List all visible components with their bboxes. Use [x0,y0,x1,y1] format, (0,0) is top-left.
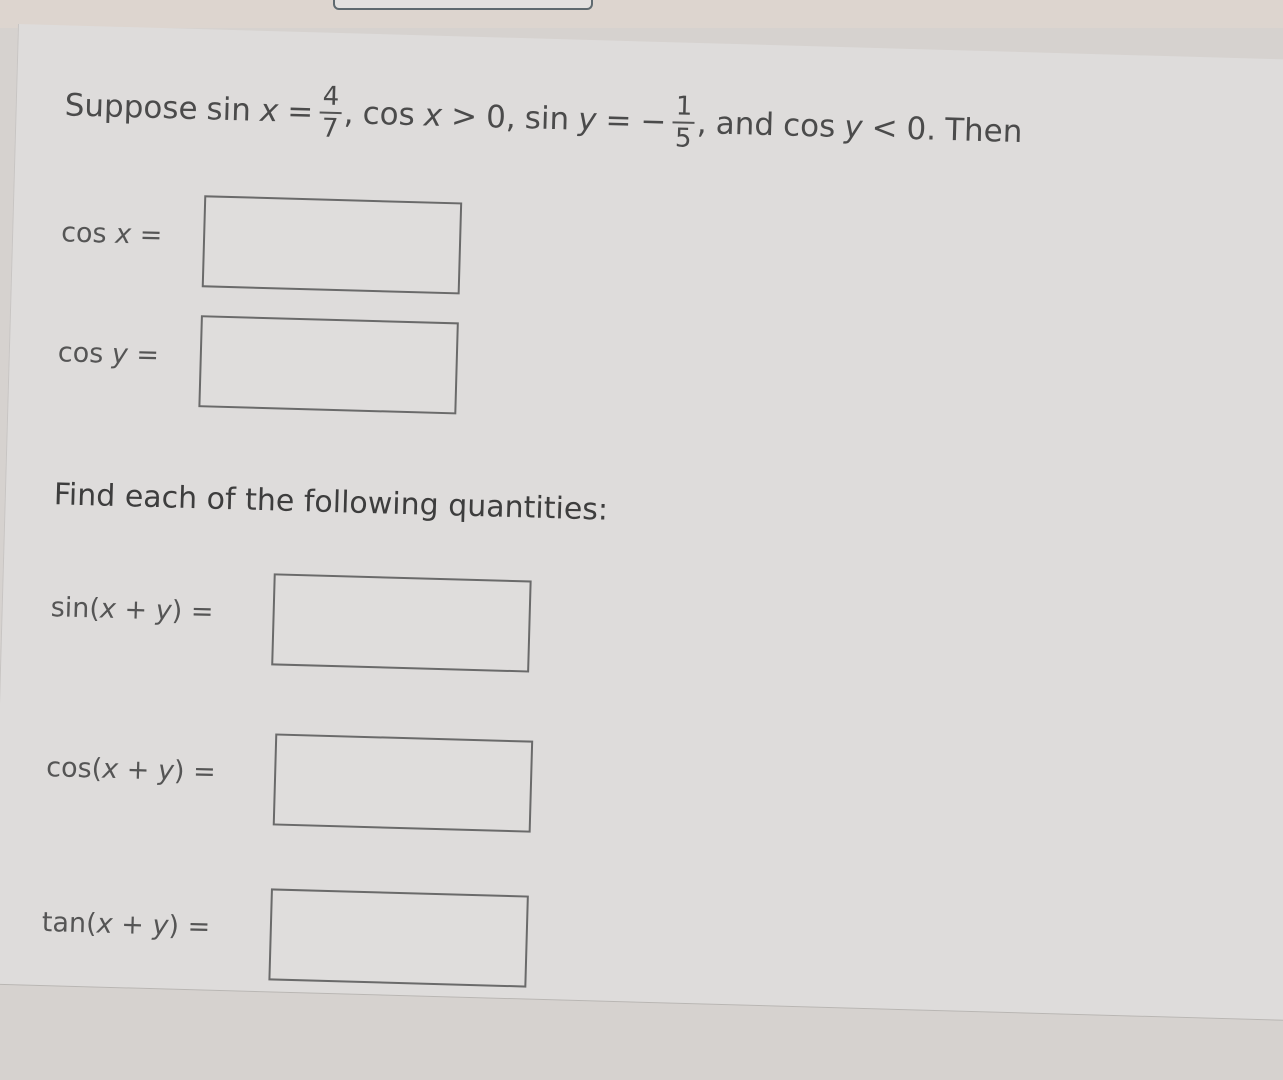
close-paren: ) [171,595,183,627]
equals-sign: = [187,911,211,943]
close-paren: ) [173,755,185,787]
variable: x [114,218,132,251]
cos-sum-input[interactable] [274,735,532,831]
intro-text: Suppose [64,87,199,128]
variable-y: y [152,910,169,942]
sin-y-sign: − [639,103,667,141]
cond-y-func: cos [782,107,836,145]
sin-y-func: sin [524,100,570,138]
cond-x-rel: > [450,98,478,135]
browser-tab-edge[interactable] [333,0,593,10]
sin-x-numerator: 4 [322,81,340,112]
browser-top-strip [0,0,1283,28]
cos-sum-label: cos(x + y) = [46,752,216,788]
sin-sum-label: sin(x + y) = [50,592,214,628]
sin-sum-answer-field[interactable] [271,573,532,673]
cond-y-rel: < [871,109,899,147]
cos-x-input[interactable] [203,197,461,293]
question-card: Suppose sin x = 4 7 , cos x > 0 , sin y … [0,24,1283,1022]
cos-x-answer-field[interactable] [201,195,463,295]
cos-x-label: cos x = [61,217,163,251]
sin-y-var: y [577,101,597,139]
comma: , [343,95,355,132]
variable-y: y [155,595,173,627]
plus-sign: + [120,909,145,941]
cond-y-prefix: and [715,105,775,144]
sin-y-eq: = [604,102,632,140]
func-name: cos [45,752,93,785]
sin-x-var: x [259,92,279,130]
comma: , [505,99,517,136]
cos-sum-answer-field[interactable] [272,733,534,833]
variable-y: y [157,755,175,787]
problem-statement: Suppose sin x = 4 7 , cos x > 0 , sin y … [64,75,1023,162]
close-paren: ) [168,910,180,942]
variable-x: x [96,908,114,940]
equals-sign: = [139,219,163,252]
sin-y-numerator: 1 [675,91,693,122]
plus-sign: + [126,754,150,786]
sin-y-denominator: 5 [674,123,692,154]
tan-sum-label: tan(x + y) = [41,907,210,943]
plus-sign: + [124,594,148,626]
comma: , [696,105,708,142]
cond-x-func: cos [362,95,416,134]
sin-x-func: sin [206,91,252,129]
func-name: cos [60,217,108,250]
sin-sum-input[interactable] [273,575,530,671]
cos-y-input[interactable] [200,317,457,413]
cond-y-var: y [843,109,864,146]
cos-y-answer-field[interactable] [198,315,459,415]
equals-sign: = [192,756,217,788]
sin-y-fraction: 1 5 [672,91,696,154]
sin-x-denominator: 7 [321,113,339,144]
outro-text: Then [944,111,1023,151]
cond-x-value: 0 [485,99,507,136]
variable: y [111,338,129,371]
variable-x: x [101,753,119,786]
func-name: tan [41,907,87,940]
equals-sign: = [135,339,160,372]
variable-x: x [99,593,117,625]
tan-sum-answer-field[interactable] [268,888,529,988]
equals-sign: = [190,596,214,628]
tan-sum-input[interactable] [270,890,527,986]
sin-x-fraction: 4 7 [318,81,342,144]
cond-y-value: 0. [906,110,937,148]
func-name: cos [57,337,104,370]
instruction-text: Find each of the following quantities: [53,477,609,528]
sin-x-eq: = [286,93,314,131]
func-name: sin [50,592,90,625]
cos-y-label: cos y = [57,337,159,371]
cond-x-var: x [423,97,443,134]
